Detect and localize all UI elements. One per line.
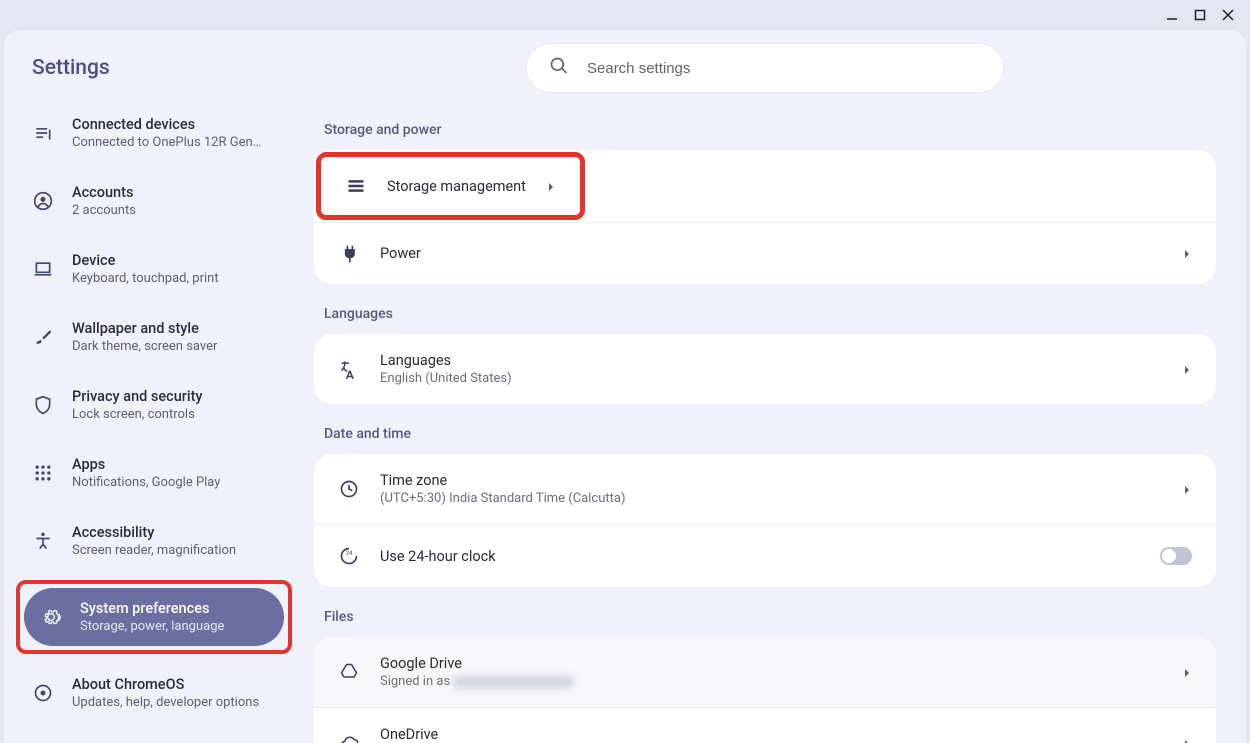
devices-icon bbox=[32, 122, 54, 144]
shield-icon bbox=[32, 394, 54, 416]
google-drive-icon bbox=[338, 661, 360, 683]
laptop-icon bbox=[32, 258, 54, 280]
sidebar-item-label: Wallpaper and style bbox=[72, 320, 217, 337]
redacted-email bbox=[453, 676, 573, 688]
window-minimize-button[interactable] bbox=[1164, 7, 1180, 23]
sidebar-item-connected-devices[interactable]: Connected devices Connected to OnePlus 1… bbox=[16, 104, 292, 162]
row-sublabel: English (United States) bbox=[380, 371, 1162, 386]
card-storage-power: Storage management Power bbox=[314, 150, 1216, 284]
row-label: Storage management bbox=[387, 178, 526, 195]
sidebar-item-device[interactable]: Device Keyboard, touchpad, print bbox=[16, 240, 292, 298]
row-label: OneDrive bbox=[380, 726, 1162, 743]
sidebar-item-accessibility[interactable]: Accessibility Screen reader, magnificati… bbox=[16, 512, 292, 570]
row-label: Languages bbox=[380, 352, 1162, 369]
sidebar-item-sub: Screen reader, magnification bbox=[72, 543, 236, 558]
onedrive-cloud-icon bbox=[338, 732, 360, 743]
svg-text:24: 24 bbox=[346, 550, 353, 556]
row-label: Time zone bbox=[380, 472, 1162, 489]
search-bar[interactable] bbox=[527, 44, 1003, 92]
sidebar-item-label: System preferences bbox=[80, 600, 224, 617]
translate-icon bbox=[338, 358, 360, 380]
clock-24-icon: 24 bbox=[338, 545, 360, 567]
section-label-datetime: Date and time bbox=[324, 426, 1216, 442]
sidebar-item-apps[interactable]: Apps Notifications, Google Play bbox=[16, 444, 292, 502]
sidebar-item-sub: Dark theme, screen saver bbox=[72, 339, 217, 354]
row-label: Google Drive bbox=[380, 655, 1162, 672]
highlight-sidebar-system: System preferences Storage, power, langu… bbox=[16, 580, 292, 654]
chevron-right-icon bbox=[1182, 480, 1192, 499]
card-files: Google Drive Signed in as OneDrive Add y… bbox=[314, 637, 1216, 743]
window-titlebar bbox=[0, 0, 1250, 30]
sidebar-item-about[interactable]: About ChromeOS Updates, help, developer … bbox=[16, 664, 292, 722]
sidebar-item-label: About ChromeOS bbox=[72, 676, 259, 693]
storage-icon bbox=[345, 175, 367, 197]
accessibility-icon bbox=[32, 530, 54, 552]
chrome-icon bbox=[32, 682, 54, 704]
window-close-button[interactable] bbox=[1220, 7, 1236, 23]
sidebar-item-sub: Keyboard, touchpad, print bbox=[72, 271, 219, 286]
sidebar-item-privacy[interactable]: Privacy and security Lock screen, contro… bbox=[16, 376, 292, 434]
window-maximize-button[interactable] bbox=[1192, 7, 1208, 23]
chevron-right-icon bbox=[1182, 360, 1192, 379]
section-label-files: Files bbox=[324, 609, 1216, 625]
card-datetime: Time zone (UTC+5:30) India Standard Time… bbox=[314, 454, 1216, 587]
row-sublabel: Signed in as bbox=[380, 674, 1162, 689]
sidebar-item-label: Apps bbox=[72, 456, 220, 473]
sidebar-item-sub: Notifications, Google Play bbox=[72, 475, 220, 490]
search-input[interactable] bbox=[587, 60, 981, 77]
sidebar-item-wallpaper[interactable]: Wallpaper and style Dark theme, screen s… bbox=[16, 308, 292, 366]
chevron-right-icon bbox=[1182, 734, 1192, 743]
sidebar-item-accounts[interactable]: Accounts 2 accounts bbox=[16, 172, 292, 230]
sidebar-item-label: Connected devices bbox=[72, 116, 262, 133]
sidebar-item-sub: Connected to OnePlus 12R Gens... bbox=[72, 135, 262, 150]
row-google-drive[interactable]: Google Drive Signed in as bbox=[314, 637, 1216, 708]
sidebar-item-sub: Storage, power, language bbox=[80, 619, 224, 634]
chevron-right-icon bbox=[546, 177, 556, 196]
chevron-right-icon bbox=[1182, 663, 1192, 682]
sidebar-item-sub: Updates, help, developer options bbox=[72, 695, 259, 710]
power-plug-icon bbox=[338, 243, 360, 265]
sidebar-item-system-preferences[interactable]: System preferences Storage, power, langu… bbox=[24, 588, 284, 646]
content-area: Storage and power Storage management Pow… bbox=[304, 30, 1246, 743]
toggle-24h-clock[interactable] bbox=[1160, 547, 1192, 565]
sidebar-item-label: Device bbox=[72, 252, 219, 269]
sidebar-item-sub: Lock screen, controls bbox=[72, 407, 203, 422]
row-label: Power bbox=[380, 245, 1162, 262]
row-languages[interactable]: Languages English (United States) bbox=[314, 334, 1216, 404]
sidebar-item-label: Accounts bbox=[72, 184, 136, 201]
sidebar-item-label: Accessibility bbox=[72, 524, 236, 541]
row-label: Use 24-hour clock bbox=[380, 548, 1140, 565]
row-24h-clock[interactable]: 24 Use 24-hour clock bbox=[314, 525, 1216, 587]
sidebar-item-sub: 2 accounts bbox=[72, 203, 136, 218]
section-label-storage-power: Storage and power bbox=[324, 122, 1216, 138]
account-icon bbox=[32, 190, 54, 212]
row-sublabel: (UTC+5:30) India Standard Time (Calcutta… bbox=[380, 491, 1162, 506]
row-power[interactable]: Power bbox=[314, 222, 1216, 284]
row-timezone[interactable]: Time zone (UTC+5:30) India Standard Time… bbox=[314, 454, 1216, 525]
card-languages: Languages English (United States) bbox=[314, 334, 1216, 404]
search-icon bbox=[549, 56, 569, 80]
gear-icon bbox=[40, 606, 62, 628]
clock-icon bbox=[338, 478, 360, 500]
chevron-right-icon bbox=[1182, 244, 1192, 263]
row-onedrive[interactable]: OneDrive Add your Microsoft account bbox=[314, 708, 1216, 743]
sidebar: Settings Connected devices Connected to … bbox=[4, 30, 304, 743]
sidebar-item-label: Privacy and security bbox=[72, 388, 203, 405]
app-title: Settings bbox=[16, 48, 292, 104]
row-storage-management[interactable]: Storage management bbox=[314, 150, 1216, 222]
apps-grid-icon bbox=[32, 462, 54, 484]
section-label-languages: Languages bbox=[324, 306, 1216, 322]
brush-icon bbox=[32, 326, 54, 348]
